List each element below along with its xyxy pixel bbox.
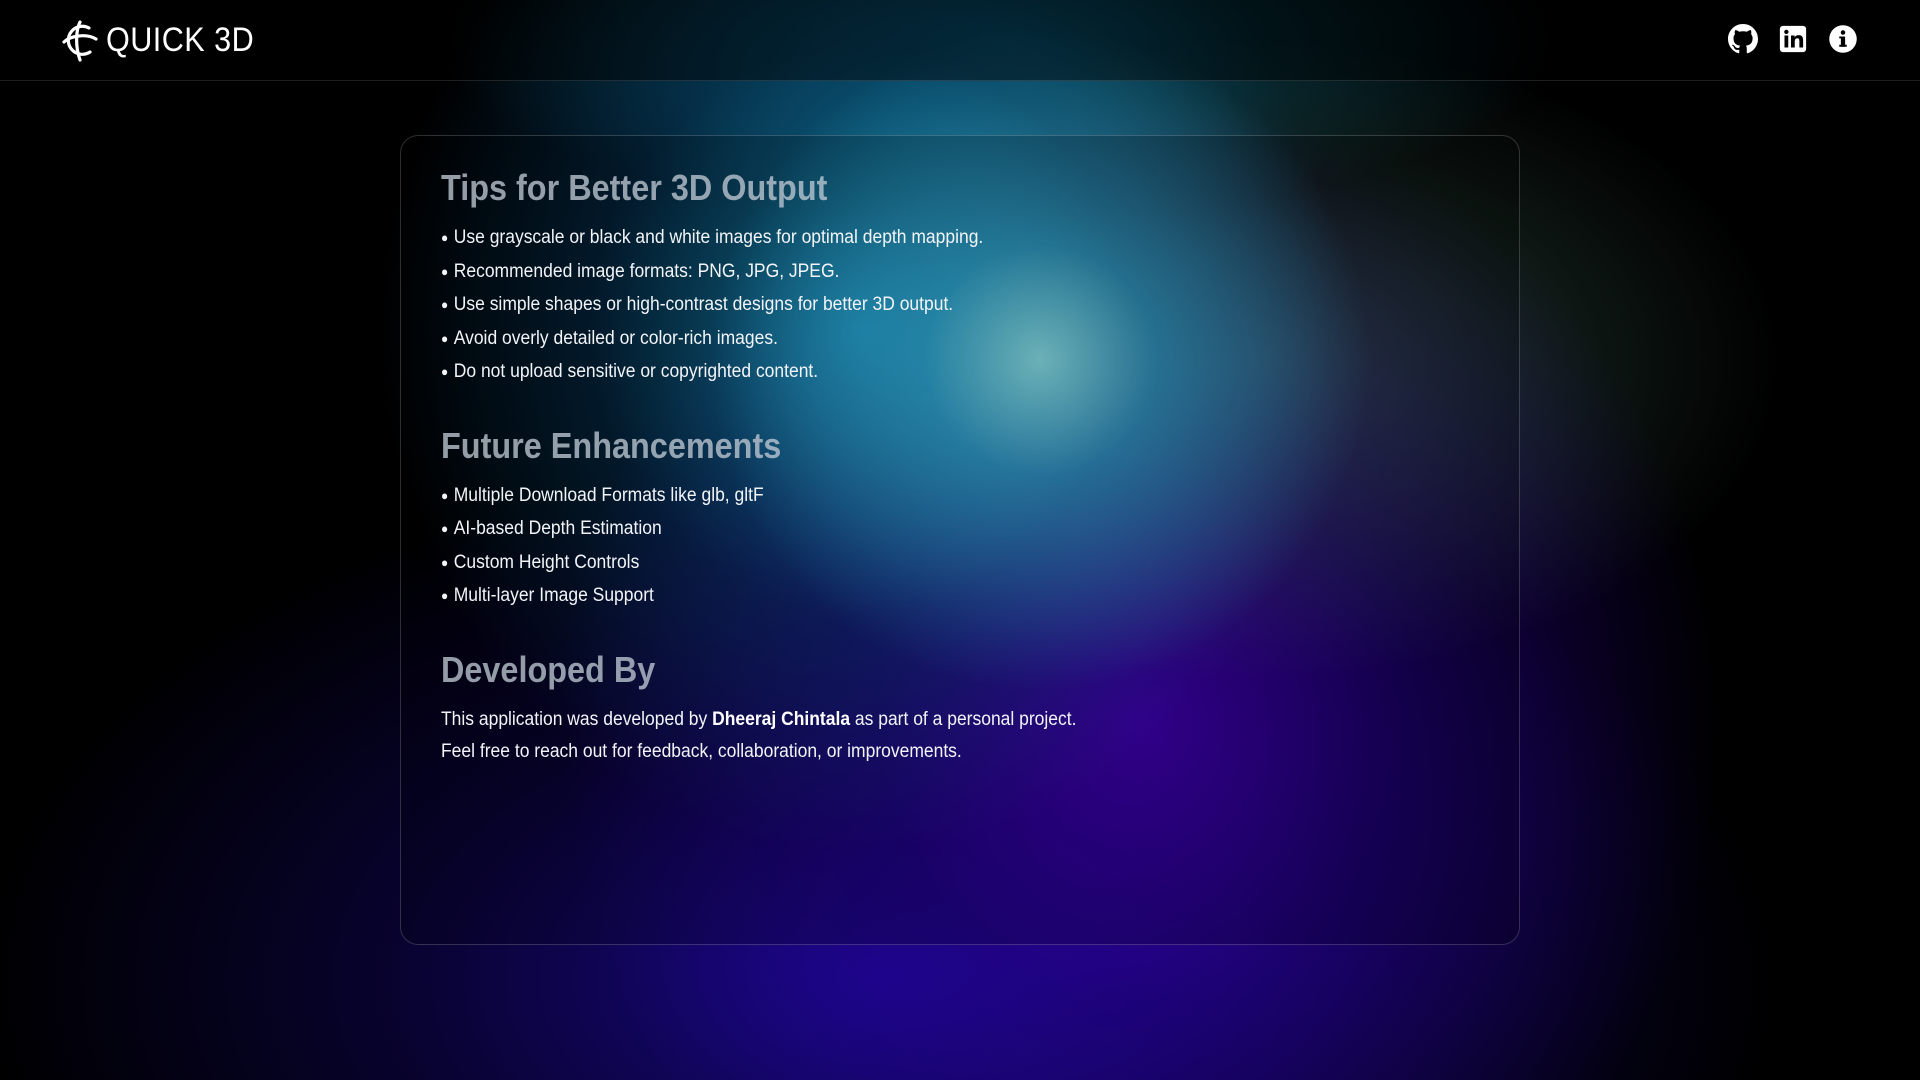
developer-name: Dheeraj Chintala — [712, 708, 851, 730]
tip-item: Do not upload sensitive or copyrighted c… — [441, 356, 1396, 390]
github-link[interactable] — [1728, 24, 1758, 54]
github-icon — [1728, 24, 1758, 54]
future-item: Custom Height Controls — [441, 547, 1396, 581]
info-card: Tips for Better 3D Output Use grayscale … — [400, 135, 1520, 945]
future-item: Multi-layer Image Support — [441, 580, 1396, 614]
future-title: Future Enhancements — [441, 424, 782, 466]
linkedin-icon — [1779, 25, 1807, 53]
brand-link[interactable]: QUICK 3D — [56, 16, 271, 64]
nav-icon-group — [1728, 24, 1858, 54]
future-item: Multiple Download Formats like glb, gltF — [441, 480, 1396, 514]
tips-title: Tips for Better 3D Output — [441, 167, 828, 208]
brand-name: QUICK 3D — [106, 20, 255, 59]
linkedin-link[interactable] — [1778, 24, 1808, 54]
tip-item: Use simple shapes or high-contrast desig… — [441, 289, 1396, 323]
developer-text-before: This application was developed by — [441, 708, 713, 730]
tip-item: Avoid overly detailed or color-rich imag… — [441, 323, 1396, 357]
developer-title: Developed By — [441, 648, 656, 690]
info-link[interactable] — [1828, 24, 1858, 54]
logo-icon — [62, 20, 98, 62]
developer-text-after: as part of a personal project. — [850, 708, 1077, 730]
app-window: QUICK 3D Tips for Better 3D Output ● Use… — [0, 0, 1920, 1080]
info-icon — [1829, 25, 1857, 53]
tip-item: Recommended image formats: PNG, JPG, JPE… — [441, 256, 1396, 290]
tips-list: Use grayscale or black and white images … — [441, 222, 1479, 390]
future-list: Multiple Download Formats like glb, gltF… — [441, 480, 1479, 614]
future-item: AI-based Depth Estimation — [441, 513, 1396, 547]
tip-item: Use grayscale or black and white images … — [441, 222, 1396, 256]
developer-text: This application was developed by Dheera… — [441, 704, 1396, 737]
feedback-text: Feel free to reach out for feedback, col… — [441, 741, 962, 762]
navbar: QUICK 3D — [0, 0, 1920, 81]
